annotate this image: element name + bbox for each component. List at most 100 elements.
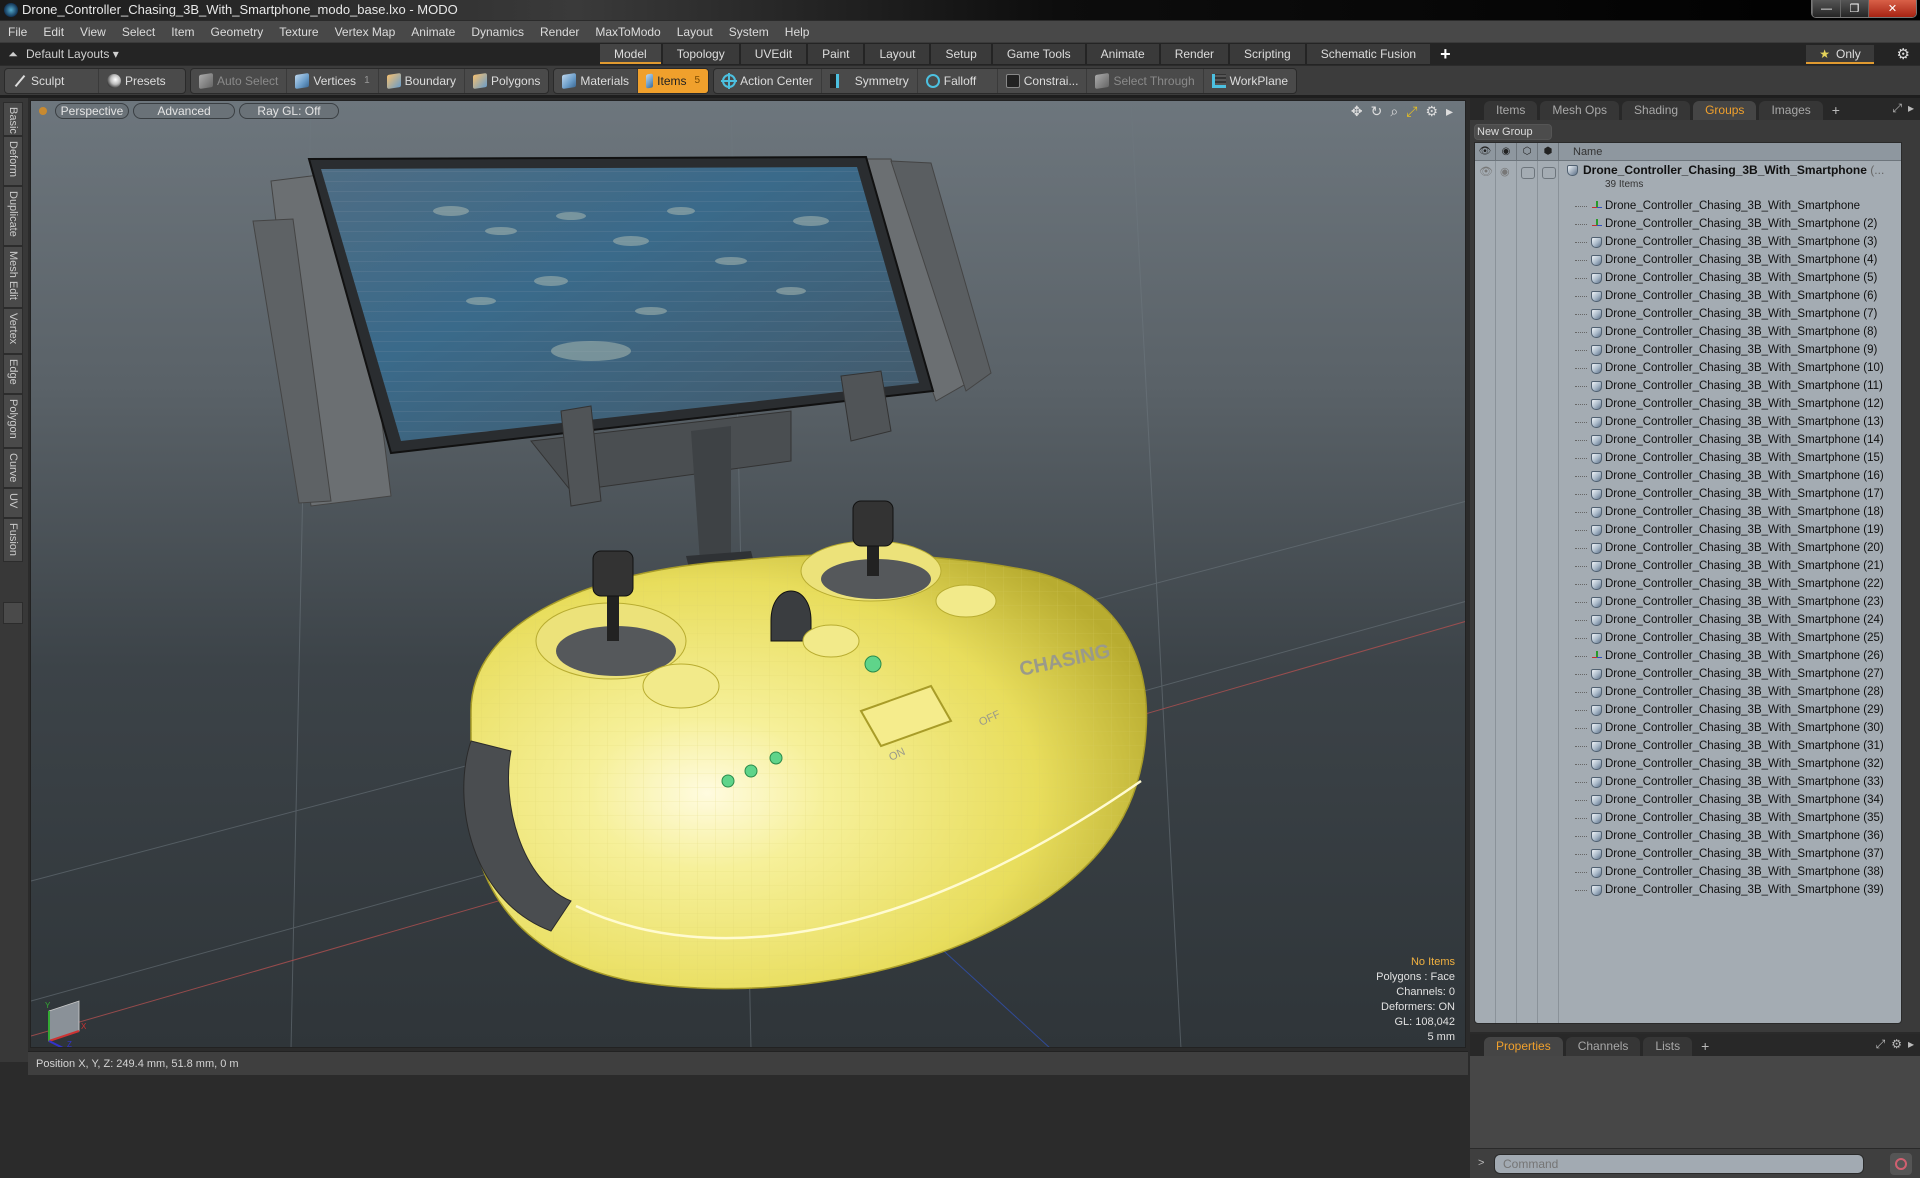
panel-tab-images[interactable]: Images — [1759, 101, 1823, 120]
root-select-toggle[interactable] — [1542, 167, 1556, 179]
pan-icon[interactable]: ✥ — [1351, 103, 1363, 120]
presets-button[interactable]: Presets — [99, 69, 185, 93]
group-item-row[interactable]: Drone_Controller_Chasing_3B_With_Smartph… — [1575, 809, 1901, 827]
left-tab-curve[interactable]: Curve — [3, 448, 23, 488]
group-item-row[interactable]: Drone_Controller_Chasing_3B_With_Smartph… — [1575, 737, 1901, 755]
left-tab-duplicate[interactable]: Duplicate — [3, 186, 23, 246]
layout-tab-paint[interactable]: Paint — [808, 44, 864, 64]
group-item-row[interactable]: Drone_Controller_Chasing_3B_With_Smartph… — [1575, 341, 1901, 359]
visibility-column-eye-icon[interactable]: 👁 — [1475, 143, 1496, 161]
menu-edit[interactable]: Edit — [35, 25, 72, 39]
expand-properties-icon[interactable]: ⤢ — [1876, 1037, 1886, 1052]
panel-tab-groups[interactable]: Groups — [1693, 101, 1757, 120]
group-item-row[interactable]: Drone_Controller_Chasing_3B_With_Smartph… — [1575, 593, 1901, 611]
group-item-row[interactable]: Drone_Controller_Chasing_3B_With_Smartph… — [1575, 431, 1901, 449]
group-item-row[interactable]: Drone_Controller_Chasing_3B_With_Smartph… — [1575, 755, 1901, 773]
polygons-button[interactable]: Polygons — [465, 69, 548, 93]
menu-select[interactable]: Select — [114, 25, 163, 39]
left-tab-fusion[interactable]: Fusion — [3, 518, 23, 562]
group-item-row[interactable]: Drone_Controller_Chasing_3B_With_Smartph… — [1575, 395, 1901, 413]
constraints-button[interactable]: Constrai... — [998, 68, 1088, 93]
group-item-row[interactable]: Drone_Controller_Chasing_3B_With_Smartph… — [1575, 611, 1901, 629]
layout-tab-model[interactable]: Model — [600, 44, 661, 64]
sculpt-button[interactable]: Sculpt — [5, 68, 99, 93]
new-group-button[interactable]: New Group — [1474, 124, 1552, 140]
record-macro-button[interactable] — [1890, 1153, 1912, 1175]
viewport-menu-dot[interactable] — [39, 107, 47, 115]
group-item-row[interactable]: Drone_Controller_Chasing_3B_With_Smartph… — [1575, 647, 1901, 665]
menu-vertex-map[interactable]: Vertex Map — [327, 25, 404, 39]
layout-collapse-icon[interactable]: ⏶ — [0, 47, 26, 62]
props-tab-channels[interactable]: Channels — [1565, 1037, 1641, 1056]
group-item-row[interactable]: Drone_Controller_Chasing_3B_With_Smartph… — [1575, 449, 1901, 467]
layout-tab-render[interactable]: Render — [1160, 44, 1229, 64]
rotate-icon[interactable]: ↻ — [1371, 103, 1383, 120]
name-column-header[interactable]: Name — [1559, 146, 1602, 158]
layout-tab-schematic-fusion[interactable]: Schematic Fusion — [1306, 44, 1431, 64]
view-mode-dropdown[interactable]: Perspective — [55, 103, 129, 119]
group-item-row[interactable]: Drone_Controller_Chasing_3B_With_Smartph… — [1575, 251, 1901, 269]
zoom-icon[interactable]: ⌕ — [1390, 103, 1398, 120]
root-render-icon[interactable]: ◉ — [1500, 165, 1510, 178]
group-item-row[interactable]: Drone_Controller_Chasing_3B_With_Smartph… — [1575, 233, 1901, 251]
menu-help[interactable]: Help — [777, 25, 818, 39]
group-item-row[interactable]: Drone_Controller_Chasing_3B_With_Smartph… — [1575, 791, 1901, 809]
left-tab-mesh-edit[interactable]: Mesh Edit — [3, 246, 23, 308]
group-item-row[interactable]: Drone_Controller_Chasing_3B_With_Smartph… — [1575, 377, 1901, 395]
menu-view[interactable]: View — [72, 25, 114, 39]
left-tab-polygon[interactable]: Polygon — [3, 394, 23, 448]
only-toggle[interactable]: ★ Only — [1806, 45, 1874, 64]
group-item-row[interactable]: Drone_Controller_Chasing_3B_With_Smartph… — [1575, 215, 1901, 233]
group-item-row[interactable]: Drone_Controller_Chasing_3B_With_Smartph… — [1575, 359, 1901, 377]
viewport-settings-icon[interactable]: ⚙ — [1425, 103, 1438, 120]
items-button[interactable]: Items 5 — [638, 68, 709, 93]
left-tab-uv[interactable]: UV — [3, 488, 23, 518]
properties-more-icon[interactable]: ▸ — [1908, 1037, 1914, 1052]
maximize-button[interactable]: ❐ — [1840, 0, 1868, 17]
falloff-button[interactable]: Falloff — [918, 68, 998, 93]
group-item-row[interactable]: Drone_Controller_Chasing_3B_With_Smartph… — [1575, 845, 1901, 863]
properties-settings-gear-icon[interactable]: ⚙ — [1891, 1037, 1902, 1052]
props-tab-lists[interactable]: Lists — [1643, 1037, 1693, 1056]
menu-system[interactable]: System — [721, 25, 777, 39]
auto-select-button[interactable]: Auto Select — [191, 68, 288, 93]
group-item-row[interactable]: Drone_Controller_Chasing_3B_With_Smartph… — [1575, 881, 1901, 899]
raygl-toggle[interactable]: Ray GL: Off — [239, 103, 339, 119]
layout-tab-setup[interactable]: Setup — [931, 44, 991, 64]
maximize-viewport-icon[interactable]: ⤢ — [1406, 103, 1417, 120]
menu-layout[interactable]: Layout — [669, 25, 721, 39]
materials-button[interactable]: Materials — [554, 68, 639, 93]
menu-geometry[interactable]: Geometry — [203, 25, 272, 39]
groups-scrollbar[interactable] — [1904, 142, 1918, 1024]
root-visibility-eye-icon[interactable]: 👁 — [1479, 165, 1493, 178]
group-item-row[interactable]: Drone_Controller_Chasing_3B_With_Smartph… — [1575, 539, 1901, 557]
menu-file[interactable]: File — [0, 25, 35, 39]
add-panel-tab-button[interactable]: + — [1826, 101, 1846, 120]
group-item-row[interactable]: Drone_Controller_Chasing_3B_With_Smartph… — [1575, 269, 1901, 287]
close-button[interactable]: ✕ — [1868, 0, 1916, 17]
left-tab-vertex[interactable]: Vertex — [3, 308, 23, 354]
panel-tab-mesh-ops[interactable]: Mesh Ops — [1540, 101, 1620, 120]
menu-maxtomodo[interactable]: MaxToModo — [587, 25, 668, 39]
layout-settings-gear-icon[interactable]: ⚙ — [1897, 45, 1910, 63]
layout-tab-uvedit[interactable]: UVEdit — [740, 44, 807, 64]
menu-texture[interactable]: Texture — [271, 25, 326, 39]
boundary-button[interactable]: Boundary — [379, 68, 465, 93]
panel-tab-items[interactable]: Items — [1484, 101, 1538, 120]
panel-more-icon[interactable]: ▸ — [1908, 101, 1914, 116]
group-item-row[interactable]: Drone_Controller_Chasing_3B_With_Smartph… — [1575, 287, 1901, 305]
group-item-row[interactable]: Drone_Controller_Chasing_3B_With_Smartph… — [1575, 665, 1901, 683]
minimize-button[interactable]: — — [1812, 0, 1840, 17]
group-item-row[interactable]: Drone_Controller_Chasing_3B_With_Smartph… — [1575, 467, 1901, 485]
menu-render[interactable]: Render — [532, 25, 587, 39]
group-item-row[interactable]: Drone_Controller_Chasing_3B_With_Smartph… — [1575, 701, 1901, 719]
add-properties-tab-button[interactable]: + — [1695, 1037, 1715, 1056]
group-item-row[interactable]: Drone_Controller_Chasing_3B_With_Smartph… — [1575, 827, 1901, 845]
menu-dynamics[interactable]: Dynamics — [463, 25, 532, 39]
shading-mode-dropdown[interactable]: Advanced — [133, 103, 235, 119]
3d-viewport[interactable]: CHASING ON OFF Y X Z Perspective Advance… — [30, 100, 1466, 1048]
group-item-row[interactable]: Drone_Controller_Chasing_3B_With_Smartph… — [1575, 773, 1901, 791]
group-item-row[interactable]: Drone_Controller_Chasing_3B_With_Smartph… — [1575, 503, 1901, 521]
group-item-row[interactable]: Drone_Controller_Chasing_3B_With_Smartph… — [1575, 683, 1901, 701]
layout-tab-animate[interactable]: Animate — [1086, 44, 1159, 64]
